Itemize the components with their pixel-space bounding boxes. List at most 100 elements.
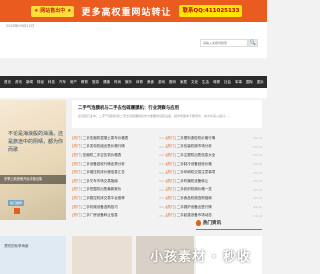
news-item[interactable]: [热门] 压缩机二手空压机价格表 09-12 bbox=[72, 151, 168, 160]
news-title[interactable]: 二手设备回收行情走势分析 bbox=[83, 162, 158, 167]
news-date: 09-12 bbox=[253, 187, 262, 192]
news-category[interactable]: [热门] bbox=[72, 136, 82, 141]
news-item[interactable]: [热门] 二手厂房设备转让信息 09-12 bbox=[72, 211, 168, 220]
news-item[interactable]: [热门] 二手锅炉设备出售行情 09-12 bbox=[166, 203, 262, 212]
search-button[interactable]: 🔍 bbox=[248, 39, 258, 47]
news-title[interactable]: 二手食品机械选购指南 bbox=[177, 196, 252, 201]
hero-caption[interactable]: 冬季上新绝美开运手链合集 bbox=[0, 175, 66, 184]
hero-tag[interactable]: 热门推荐 bbox=[8, 200, 25, 206]
nav-item[interactable]: 数码 bbox=[169, 80, 176, 85]
news-item[interactable]: [热门] 二手制冷设备回收价格 09-12 bbox=[166, 160, 262, 169]
search-input[interactable] bbox=[200, 39, 248, 47]
nav-item[interactable]: 文化 bbox=[191, 80, 198, 85]
news-category[interactable]: [热门] bbox=[72, 213, 82, 218]
nav-item[interactable]: 图片 bbox=[257, 80, 264, 85]
news-title[interactable]: 二手发电机组出售价格行情 bbox=[83, 144, 158, 149]
news-title[interactable]: 二手数控机床交易平台推荐 bbox=[83, 196, 158, 201]
news-category[interactable]: [热门] bbox=[166, 205, 176, 210]
banner-contact[interactable]: 联系QQ:411025133 bbox=[179, 5, 243, 17]
nav-item[interactable]: 美食 bbox=[147, 80, 154, 85]
news-title[interactable]: 二手机械设备选购技巧 bbox=[83, 205, 158, 210]
hero-image[interactable]: 不论是海浪般的汹涌，还是旅途中的阴晴，都为你而歌 冬季上新绝美开运手链合集 热门… bbox=[0, 100, 66, 220]
news-category[interactable]: [热门] bbox=[166, 144, 176, 149]
news-title[interactable]: 二手锻压机床价格信息汇总 bbox=[83, 170, 158, 175]
nav-item[interactable]: 房产 bbox=[70, 80, 77, 85]
nav-item[interactable]: 家居 bbox=[180, 80, 187, 85]
news-item[interactable]: [热门] 二手食品机械选购指南 09-12 bbox=[166, 194, 262, 203]
news-title[interactable]: 压缩机二手空压机价格表 bbox=[83, 153, 158, 158]
nav-item[interactable]: 生活 bbox=[202, 80, 209, 85]
news-title[interactable]: 二手纺织机械价格一览 bbox=[177, 187, 252, 192]
news-category[interactable]: [热门] bbox=[166, 136, 176, 141]
nav-item[interactable]: 军事 bbox=[235, 80, 242, 85]
nav-item[interactable]: 体育 bbox=[136, 80, 143, 85]
headline-title[interactable]: 二手气泡膜机与二手去包硫覆膜机：行业洞察与应用 bbox=[78, 105, 179, 111]
news-item[interactable]: [热门] 二手起重设备市场动态 09-12 bbox=[166, 211, 262, 220]
news-category[interactable]: [热门] bbox=[166, 187, 176, 192]
news-item[interactable]: [热门] 二手压缩机混凝土泵车价格表 09-12 bbox=[72, 134, 168, 143]
nav-item[interactable]: 国际 bbox=[246, 80, 253, 85]
nav-item[interactable]: 娱乐 bbox=[125, 80, 132, 85]
news-item[interactable]: [热门] 二手印刷机交易注意事项 09-12 bbox=[166, 168, 262, 177]
news-category[interactable]: [热门] bbox=[72, 187, 82, 192]
news-item[interactable]: [热门] 二手挖掘机出售最新报价 09-12 bbox=[72, 186, 168, 195]
nav-item[interactable]: 教育 bbox=[81, 80, 88, 85]
news-item[interactable]: [热门] 二手设备回收行情走势分析 09-12 bbox=[72, 160, 168, 169]
nav-item[interactable]: 新闻 bbox=[26, 80, 33, 85]
news-item[interactable]: [热门] 二手叉车市场交易指南 09-12 bbox=[72, 177, 168, 186]
nav-item[interactable]: 财经 bbox=[37, 80, 44, 85]
news-title[interactable]: 二手厂房设备转让信息 bbox=[83, 213, 158, 218]
news-date: 09-12 bbox=[253, 153, 262, 158]
news-title[interactable]: 二手压缩机混凝土泵车价格表 bbox=[83, 136, 158, 141]
news-title[interactable]: 二手叉车市场交易指南 bbox=[83, 179, 158, 184]
news-category[interactable]: [热门] bbox=[72, 153, 82, 158]
arrow-right-icon[interactable] bbox=[14, 208, 20, 214]
news-category[interactable]: [热门] bbox=[72, 144, 82, 149]
news-category[interactable]: [热门] bbox=[166, 170, 176, 175]
news-title[interactable]: 二手制冷设备回收价格 bbox=[177, 162, 252, 167]
nav-item[interactable]: 时尚 bbox=[114, 80, 121, 85]
news-category[interactable]: [热门] bbox=[72, 162, 82, 167]
news-item[interactable]: [热门] 二手数控机床交易平台推荐 09-12 bbox=[72, 194, 168, 203]
nav-item[interactable]: 首页 bbox=[4, 80, 11, 85]
news-item[interactable]: [热门] 二手包装机械市场分析 09-12 bbox=[166, 143, 262, 152]
news-title[interactable]: 二手起重设备市场动态 bbox=[177, 213, 252, 218]
news-category[interactable]: [热门] bbox=[166, 162, 176, 167]
news-category[interactable]: [热门] bbox=[72, 205, 82, 210]
news-title[interactable]: 二手印刷机交易注意事项 bbox=[177, 170, 252, 175]
nav-item[interactable]: 健康 bbox=[103, 80, 110, 85]
main-nav: 首页 资讯 新闻 财经 科技 汽车 房产 教育 旅游 健康 时尚 娱乐 体育 美食 游戏 数码 家居 文化 生活 母婴… bbox=[0, 76, 267, 88]
news-title[interactable]: 二手锅炉设备出售行情 bbox=[177, 205, 252, 210]
news-item[interactable]: [热门] 二手机械设备选购技巧 09-12 bbox=[72, 203, 168, 212]
news-title[interactable]: 二手吹膜机设备转让 bbox=[177, 179, 252, 184]
promo-banner[interactable]: ★ 网站售出中 ★ 更多高权重网站转让 联系QQ:411025133 bbox=[0, 0, 267, 22]
nav-item[interactable]: 旅游 bbox=[92, 80, 99, 85]
news-category[interactable]: [热门] bbox=[72, 179, 82, 184]
news-category[interactable]: [热门] bbox=[72, 196, 82, 201]
nav-item[interactable]: 社会 bbox=[224, 80, 231, 85]
nav-item[interactable]: 资讯 bbox=[15, 80, 22, 85]
nav-item[interactable]: 母婴 bbox=[213, 80, 220, 85]
news-item[interactable]: [热门] 二手发电机组出售价格行情 09-12 bbox=[72, 143, 168, 152]
headline-panel: 二手气泡膜机与二手去包硫覆膜机：行业洞察与应用 在包装行业中，二手气泡膜机和二手… bbox=[72, 100, 262, 128]
news-category[interactable]: [热门] bbox=[166, 213, 176, 218]
news-category[interactable]: [热门] bbox=[166, 153, 176, 158]
news-title[interactable]: 二手塑料造粒机价格行情 bbox=[177, 136, 252, 141]
news-item[interactable]: [热门] 二手注塑机出售信息大全 09-12 bbox=[166, 151, 262, 160]
nav-item[interactable]: 游戏 bbox=[158, 80, 165, 85]
news-title[interactable]: 二手挖掘机出售最新报价 bbox=[83, 187, 158, 192]
news-item[interactable]: [热门] 二手塑料造粒机价格行情 09-12 bbox=[166, 134, 262, 143]
news-category[interactable]: [热门] bbox=[166, 196, 176, 201]
news-item[interactable]: [热门] 二手纺织机械价格一览 09-12 bbox=[166, 186, 262, 195]
thumbnail-card[interactable]: 漂亮的秋季海景 bbox=[0, 236, 66, 274]
news-item[interactable]: [热门] 二手吹膜机设备转让 09-12 bbox=[166, 177, 262, 186]
news-category[interactable]: [热门] bbox=[72, 170, 82, 175]
news-title[interactable]: 二手注塑机出售信息大全 bbox=[177, 153, 252, 158]
nav-item[interactable]: 科技 bbox=[48, 80, 55, 85]
thumbnail-card[interactable] bbox=[72, 236, 132, 274]
nav-item[interactable]: 汽车 bbox=[59, 80, 66, 85]
news-category[interactable]: [热门] bbox=[166, 179, 176, 184]
news-title[interactable]: 二手包装机械市场分析 bbox=[177, 144, 252, 149]
headline-summary: 在包装行业中，二手气泡膜机和二手去包硫覆膜机作为重要的包装设备，其市场需求不断增… bbox=[78, 114, 232, 118]
news-item[interactable]: [热门] 二手锻压机床价格信息汇总 09-12 bbox=[72, 168, 168, 177]
